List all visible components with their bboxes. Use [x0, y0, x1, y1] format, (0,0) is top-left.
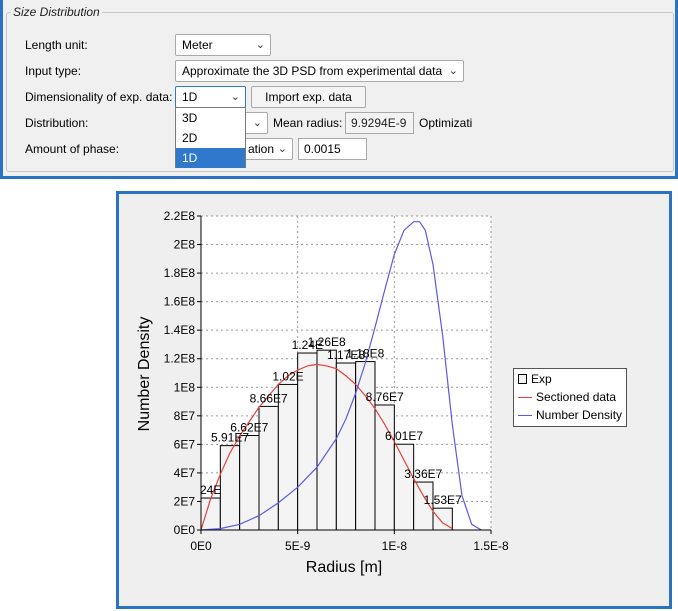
y-tick-label: 1.6E8 [164, 295, 196, 309]
chevron-down-icon: ⌄ [230, 91, 240, 103]
dropdown-option-1d[interactable]: 1D [176, 148, 245, 168]
histogram-bar [200, 497, 221, 531]
legend-label-exp: Exp [531, 372, 552, 386]
histogram-bar [219, 445, 241, 531]
histogram-bar [393, 443, 415, 531]
bar-value-label: 8.66E7 [250, 391, 288, 405]
bar-value-label: 6.01E7 [385, 429, 423, 443]
chart-legend: Exp Sectioned data Number Density [513, 368, 627, 427]
dropdown-option-3d[interactable]: 3D [176, 108, 245, 128]
x-axis-title: Radius [m] [306, 559, 382, 576]
length-unit-value: Meter [182, 38, 213, 52]
histogram-bar [335, 362, 357, 531]
dimensionality-label: Dimensionality of exp. data: [25, 90, 173, 104]
y-axis-title: Number Density [136, 317, 153, 432]
x-tick-label: 0E0 [190, 539, 212, 553]
y-tick-label: 2.2E8 [164, 209, 196, 223]
legend-item-exp: Exp [518, 371, 552, 387]
legend-item-number-density: Number Density [518, 407, 622, 423]
dimensionality-value: 1D [182, 90, 198, 104]
y-tick-label: 1.8E8 [164, 266, 196, 280]
bar-value-label: 24E [200, 483, 221, 497]
bar-value-label: 3.36E7 [404, 467, 442, 481]
line-swatch-icon [518, 397, 532, 398]
import-exp-data-button[interactable]: Import exp. data [251, 86, 366, 108]
y-tick-label: 2E7 [174, 494, 196, 508]
mean-radius-label: Mean radius: [273, 116, 343, 130]
x-tick-label: 1E-8 [382, 539, 408, 553]
chevron-down-icon: ⌄ [448, 65, 458, 77]
amount-of-phase-field[interactable]: 0.0015 [298, 138, 367, 160]
histogram-bar [316, 349, 337, 531]
dimensionality-dropdown-list: 3D 2D 1D [175, 107, 246, 168]
legend-item-sectioned-data: Sectioned data [518, 389, 616, 405]
histogram-bar [277, 383, 299, 531]
bar-value-label: 6.62E7 [230, 421, 268, 435]
input-type-label: Input type: [25, 64, 82, 78]
bar-swatch-icon [518, 374, 527, 384]
dropdown-option-2d[interactable]: 2D [176, 128, 245, 148]
bar-value-label: 1.02E [272, 369, 303, 383]
y-tick-label: 0E0 [174, 523, 196, 537]
dimensionality-select[interactable]: 1D ⌄ [175, 86, 246, 108]
y-tick-label: 1E8 [174, 380, 196, 394]
amount-of-phase-label: Amount of phase: [25, 142, 120, 156]
y-tick-label: 1.2E8 [164, 352, 196, 366]
y-tick-label: 4E7 [174, 466, 196, 480]
chevron-down-icon: ⌄ [252, 117, 262, 129]
input-type-value: Approximate the 3D PSD from experimental… [182, 64, 443, 78]
amount-of-phase-mode-value: ation [248, 142, 275, 156]
x-tick-label: 5E-9 [285, 539, 311, 553]
y-tick-label: 1.4E8 [164, 323, 196, 337]
bar-value-label: 1.53E7 [424, 493, 462, 507]
optimization-label: Optimizati [419, 116, 473, 130]
mean-radius-field[interactable]: 9.9294E-9 [345, 112, 414, 134]
line-swatch-icon [518, 415, 532, 416]
bar-value-label: 1.18E8 [346, 347, 384, 361]
bar-value-label: 8.76E7 [366, 390, 404, 404]
length-unit-select[interactable]: Meter ⌄ [175, 34, 271, 56]
histogram-bar [355, 361, 376, 531]
input-type-select[interactable]: Approximate the 3D PSD from experimental… [175, 60, 464, 82]
legend-label-sectioned-data: Sectioned data [536, 390, 617, 404]
chevron-down-icon: ⌄ [255, 39, 265, 51]
group-title: Size Distribution [11, 5, 102, 19]
x-tick-label: 1.5E-8 [473, 539, 509, 553]
chevron-down-icon: ⌄ [277, 143, 287, 155]
y-tick-label: 6E7 [174, 437, 196, 451]
distribution-label: Distribution: [25, 116, 89, 130]
size-distribution-panel: Size Distribution Length unit: Meter ⌄ I… [0, 0, 678, 179]
y-tick-label: 8E7 [174, 409, 196, 423]
legend-label-number-density: Number Density [536, 408, 623, 422]
length-unit-label: Length unit: [25, 38, 88, 52]
chart-panel: 24E 5.91E7 6.62E7 8.66E7 1.02E 1.24E 1.26E8 1.1… [116, 191, 672, 609]
histogram-bar [239, 435, 260, 531]
y-tick-label: 2E8 [174, 238, 196, 252]
